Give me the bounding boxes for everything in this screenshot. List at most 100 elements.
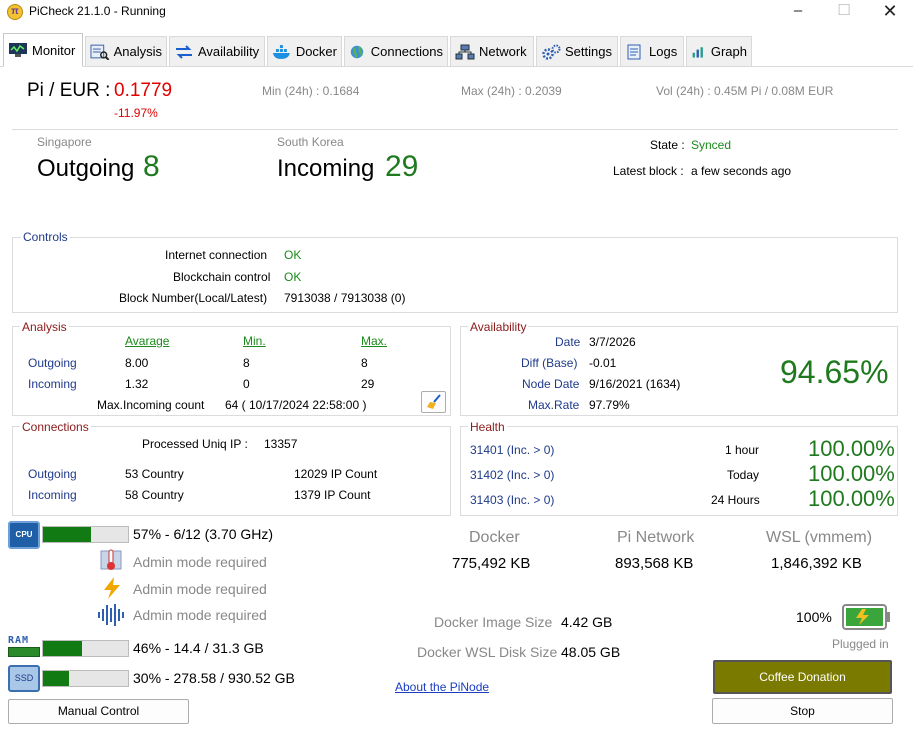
blockchain-status: OK bbox=[284, 270, 302, 284]
tab-monitor[interactable]: Monitor bbox=[3, 33, 83, 67]
internet-status: OK bbox=[284, 248, 302, 262]
outgoing-region: Singapore bbox=[37, 135, 92, 149]
stop-button[interactable]: Stop bbox=[712, 698, 893, 724]
cpu-icon: CPU bbox=[8, 521, 40, 549]
wsl-memory-value: 1,846,392 KB bbox=[771, 555, 862, 572]
health-port: 31403 (Inc. > 0) bbox=[470, 493, 555, 507]
analysis-row-label: Outgoing bbox=[28, 356, 77, 370]
max-incoming-value: 64 ( 10/17/2024 22:58:00 ) bbox=[225, 398, 367, 412]
divider bbox=[12, 129, 898, 130]
analysis-cell: 8.00 bbox=[125, 356, 149, 370]
analysis-header-max: Max. bbox=[361, 334, 388, 348]
blockchain-label: Blockchain control bbox=[173, 270, 271, 284]
close-button[interactable]: ✕ bbox=[867, 0, 913, 24]
tab-label: Connections bbox=[370, 44, 443, 59]
uniq-ip-label: Processed Uniq IP : bbox=[142, 437, 248, 451]
health-value: 100.00% bbox=[808, 436, 895, 461]
thermometer-icon bbox=[100, 549, 122, 570]
uniq-ip-value: 13357 bbox=[264, 437, 298, 451]
tab-graph[interactable]: Graph bbox=[686, 36, 752, 66]
date-label: Date bbox=[555, 335, 581, 349]
connections-country: 53 Country bbox=[125, 467, 184, 481]
clear-button[interactable] bbox=[421, 391, 446, 413]
price-max: Max (24h) : 0.2039 bbox=[461, 84, 562, 98]
connections-country: 58 Country bbox=[125, 488, 184, 502]
block-number-label: Block Number(Local/Latest) bbox=[119, 291, 268, 305]
ssd-usage-text: 30% - 278.58 / 930.52 GB bbox=[133, 670, 295, 686]
tab-availability[interactable]: Availability bbox=[169, 36, 265, 66]
battery-percent: 100% bbox=[796, 609, 832, 625]
incoming-count: 29 bbox=[385, 150, 419, 183]
window-title: PiCheck 21.1.0 - Running bbox=[29, 4, 166, 18]
ssd-icon: SSD bbox=[8, 665, 40, 692]
incoming-region: South Korea bbox=[277, 135, 344, 149]
tab-connections[interactable]: Connections bbox=[344, 36, 448, 66]
connections-row-label: Incoming bbox=[28, 488, 77, 502]
tab-label: Network bbox=[479, 44, 527, 59]
date-value: 3/7/2026 bbox=[589, 335, 636, 349]
analysis-cell: 0 bbox=[243, 377, 250, 391]
diff-value: -0.01 bbox=[589, 356, 617, 370]
health-period: Today bbox=[727, 468, 760, 482]
logs-icon bbox=[627, 44, 641, 59]
network-icon bbox=[455, 44, 475, 59]
ssd-progress-bar bbox=[42, 670, 129, 687]
analysis-cell: 8 bbox=[243, 356, 250, 370]
outgoing-label: Outgoing bbox=[37, 155, 135, 182]
title-bar: π PiCheck 21.1.0 - Running – ☐ ✕ bbox=[0, 0, 913, 30]
ssd-progress-fill bbox=[43, 671, 69, 686]
temperature-status: Admin mode required bbox=[133, 554, 267, 570]
analysis-header-average: Avarage bbox=[125, 334, 170, 348]
app-logo-icon: π bbox=[7, 4, 23, 20]
analysis-cell: 29 bbox=[361, 377, 375, 391]
node-date-value: 9/16/2021 (1634) bbox=[589, 377, 681, 391]
tab-network[interactable]: Network bbox=[450, 36, 534, 66]
connections-ip: 12029 IP Count bbox=[294, 467, 378, 481]
tab-settings[interactable]: Settings bbox=[536, 36, 618, 66]
max-rate-value: 97.79% bbox=[589, 398, 630, 412]
price-volume: Vol (24h) : 0.45M Pi / 0.08M EUR bbox=[656, 84, 834, 98]
tab-docker[interactable]: Docker bbox=[267, 36, 342, 66]
incoming-label: Incoming bbox=[277, 155, 375, 182]
maximize-button[interactable]: ☐ bbox=[821, 0, 867, 24]
docker-disk-size-label: Docker WSL Disk Size bbox=[417, 644, 558, 660]
price-min: Min (24h) : 0.1684 bbox=[262, 84, 360, 98]
availability-percent: 94.65% bbox=[780, 354, 889, 390]
battery-icon bbox=[842, 604, 890, 630]
tab-label: Availability bbox=[198, 44, 260, 59]
cpu-usage-text: 57% - 6/12 (3.70 GHz) bbox=[133, 526, 274, 542]
health-value: 100.00% bbox=[808, 461, 895, 486]
analysis-row-label: Incoming bbox=[28, 377, 77, 391]
state-label: State : bbox=[650, 138, 685, 152]
broom-icon bbox=[426, 394, 441, 409]
coffee-donation-button[interactable]: Coffee Donation bbox=[713, 660, 892, 694]
pi-network-memory-value: 893,568 KB bbox=[615, 555, 694, 572]
minimize-button[interactable]: – bbox=[775, 0, 821, 24]
cpu-progress-bar bbox=[42, 526, 129, 543]
health-port: 31402 (Inc. > 0) bbox=[470, 468, 555, 482]
tab-label: Monitor bbox=[32, 42, 76, 58]
ram-icon: RAM bbox=[8, 635, 40, 662]
analysis-header-min: Min. bbox=[243, 334, 266, 348]
tab-analysis[interactable]: Analysis bbox=[85, 36, 167, 66]
tab-logs[interactable]: Logs bbox=[620, 36, 684, 66]
health-value: 100.00% bbox=[808, 486, 895, 511]
outgoing-count: 8 bbox=[143, 150, 160, 183]
docker-disk-size-value: 48.05 GB bbox=[561, 644, 621, 660]
docker-image-size-value: 4.42 GB bbox=[561, 614, 613, 630]
max-incoming-label: Max.Incoming count bbox=[97, 398, 205, 412]
connections-row-label: Outgoing bbox=[28, 467, 77, 481]
monitor-icon bbox=[9, 43, 27, 57]
tab-label: Settings bbox=[565, 44, 612, 59]
connections-title: Connections bbox=[20, 420, 91, 434]
max-rate-label: Max.Rate bbox=[528, 398, 580, 412]
wsl-memory-label: WSL (vmmem) bbox=[766, 529, 873, 546]
availability-icon bbox=[176, 44, 192, 59]
price-pair: Pi / EUR : bbox=[27, 80, 111, 101]
manual-control-button[interactable]: Manual Control bbox=[8, 699, 189, 724]
latest-block-value: a few seconds ago bbox=[691, 164, 792, 178]
price-change: -11.97% bbox=[114, 106, 158, 120]
about-pinode-link[interactable]: About the PiNode bbox=[395, 680, 489, 694]
battery-status: Plugged in bbox=[832, 637, 889, 651]
docker-icon bbox=[272, 44, 290, 59]
